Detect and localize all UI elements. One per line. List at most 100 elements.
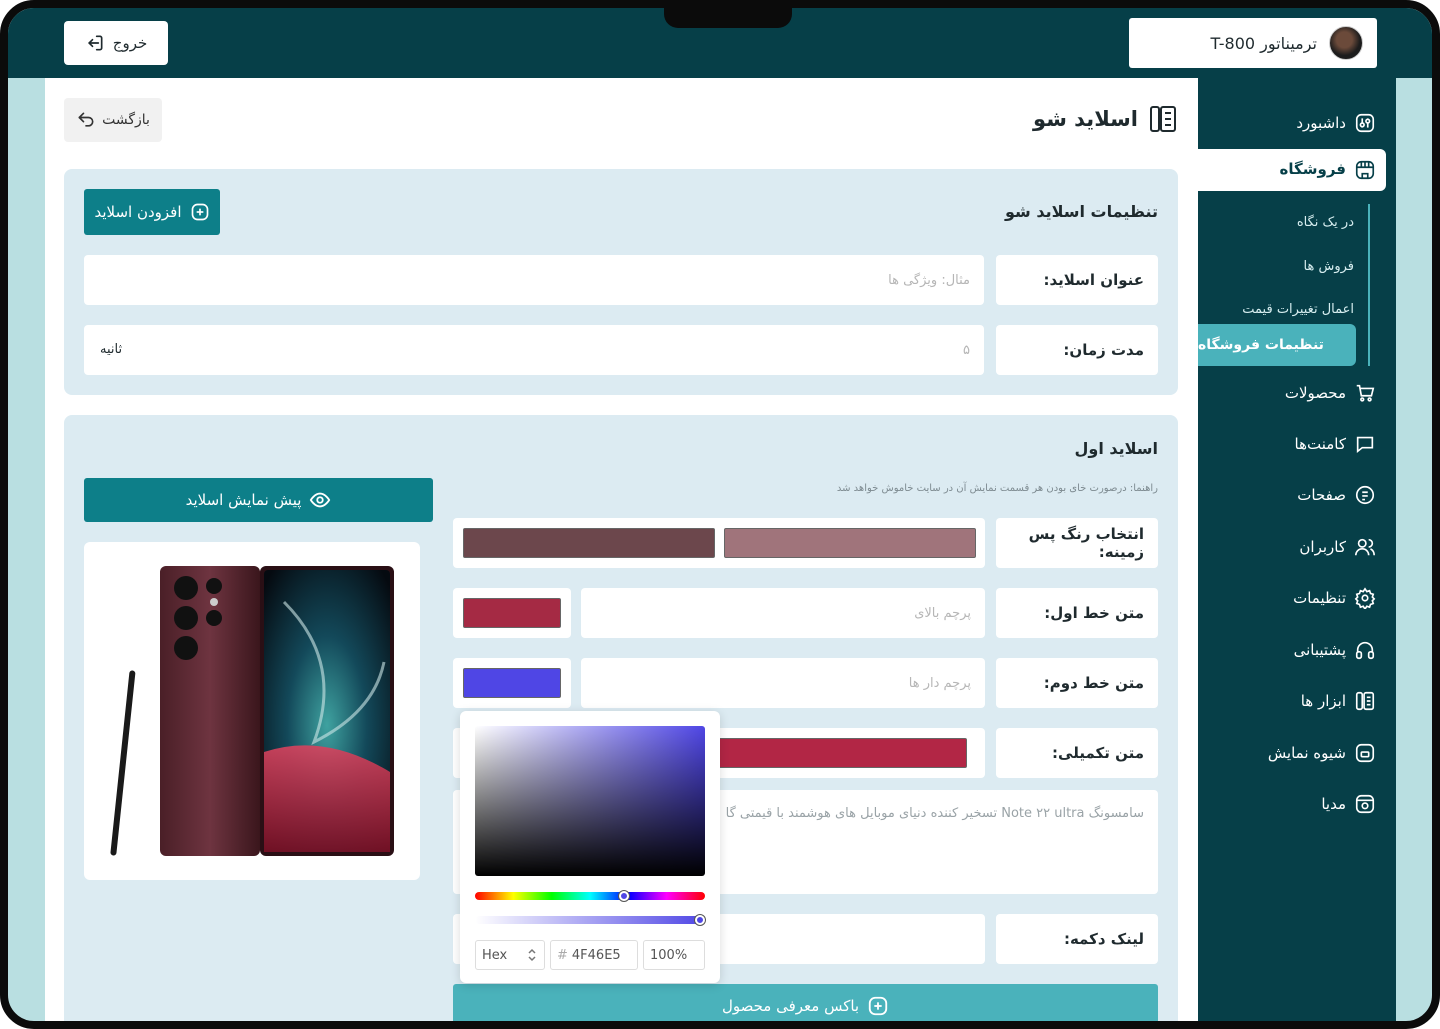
sidebar-item-products[interactable]: محصولات xyxy=(1285,382,1376,404)
submenu-line xyxy=(1368,204,1370,366)
sidebar-item-label: تنظیمات xyxy=(1293,589,1346,607)
sidebar: داشبورد فروشگاه در یک نگاه فروش ها اعمال… xyxy=(1198,78,1396,1021)
sidebar-item-settings[interactable]: تنظیمات xyxy=(1293,587,1376,609)
sidebar-item-dashboard[interactable]: داشبورد xyxy=(1296,112,1376,134)
color-mode-select[interactable]: Hex xyxy=(475,940,545,970)
sidebar-item-pages[interactable]: صفحات xyxy=(1297,484,1376,506)
sidebar-item-label: کامنت‌ها xyxy=(1294,435,1346,453)
add-slide-button[interactable]: افزودن اسلاید xyxy=(84,189,220,235)
page-title: اسلاید شو xyxy=(1033,104,1178,134)
bg-color-field xyxy=(453,518,985,568)
sidebar-item-store[interactable]: فروشگاه xyxy=(1198,149,1386,191)
media-icon xyxy=(1355,794,1375,814)
sidebar-item-display[interactable]: شیوه نمایش xyxy=(1268,742,1376,764)
display-icon xyxy=(1355,743,1375,763)
slide-title-label: عنوان اسلاید: xyxy=(996,255,1158,305)
sidebar-item-media[interactable]: مدیا xyxy=(1321,793,1376,815)
gear-icon xyxy=(1354,587,1376,609)
back-button[interactable]: بازگشت xyxy=(64,98,162,142)
back-label: بازگشت xyxy=(102,112,150,128)
user-name: ترميناتور T-800 xyxy=(1210,33,1317,53)
sidebar-item-support[interactable]: پشتیبانی xyxy=(1294,639,1376,661)
alpha-slider[interactable] xyxy=(475,916,705,924)
slideshow-settings-panel: تنظیمات اسلاید شو افزودن اسلاید عنوان اس… xyxy=(64,169,1178,395)
duration-input[interactable]: ۵ ثانیه xyxy=(84,325,984,375)
camera-notch xyxy=(664,8,792,28)
tools-icon xyxy=(1355,691,1375,711)
color-picker-popover: Hex # 4F46E5 100% xyxy=(460,711,720,983)
preview-slide-label: پیش نمایش اسلاید xyxy=(185,491,302,509)
hint-text: راهنما: درصورت خای بودن هر قسمت نمایش آن… xyxy=(836,483,1158,494)
submenu-item-sales[interactable]: فروش ها xyxy=(1304,259,1354,274)
sidebar-item-tools[interactable]: ابزار ها xyxy=(1301,690,1376,712)
duration-label: مدت زمان: xyxy=(996,325,1158,375)
avatar xyxy=(1329,26,1363,60)
sidebar-item-label: داشبورد xyxy=(1296,114,1346,132)
alpha-value: 100% xyxy=(650,947,688,963)
sidebar-item-users[interactable]: کاربران xyxy=(1299,536,1376,558)
sidebar-item-label: مدیا xyxy=(1321,795,1346,813)
saturation-area[interactable] xyxy=(475,726,705,876)
tools-icon xyxy=(1150,106,1176,132)
plus-circle-icon xyxy=(868,996,888,1016)
hex-value: 4F46E5 xyxy=(571,947,621,963)
alpha-input[interactable]: 100% xyxy=(643,940,705,970)
sidebar-item-label: صفحات xyxy=(1297,486,1346,504)
device-frame: خروج ترميناتور T-800 بازگشت اسلاید شو تن… xyxy=(0,0,1440,1029)
line1-label: متن خط اول: xyxy=(996,588,1158,638)
bg-color-swatch-left[interactable] xyxy=(463,528,715,558)
slide-title-input[interactable]: مثال: ویژگی ها xyxy=(84,255,984,305)
duration-value: ۵ xyxy=(963,342,970,358)
pages-icon xyxy=(1355,485,1375,505)
phone-image xyxy=(110,566,394,856)
submenu-item-store-settings[interactable]: تنظیمات فروشگاه xyxy=(1198,324,1356,366)
link-label: لینک دکمه: xyxy=(996,914,1158,964)
product-box-label: باکس معرفی محصول xyxy=(721,997,860,1015)
sidebar-item-label: کاربران xyxy=(1299,538,1346,556)
exit-button[interactable]: خروج xyxy=(64,21,168,65)
extra-text-label: متن تکمیلی: xyxy=(996,728,1158,778)
plus-circle-icon xyxy=(191,203,208,221)
headset-icon xyxy=(1355,641,1375,660)
line1-color-field xyxy=(453,588,571,638)
line2-input[interactable]: پرچم دار ها xyxy=(581,658,985,708)
alpha-handle[interactable] xyxy=(695,915,705,925)
preview-slide-button[interactable]: پیش نمایش اسلاید xyxy=(84,478,433,522)
store-icon xyxy=(1355,160,1375,180)
sidebar-item-label: فروشگاه xyxy=(1279,160,1346,178)
comment-icon xyxy=(1356,436,1374,454)
eye-icon xyxy=(310,492,331,508)
product-box-button[interactable]: باکس معرفی محصول xyxy=(453,984,1158,1021)
hash-icon: # xyxy=(557,947,568,963)
dashboard-icon xyxy=(1355,113,1375,133)
logout-icon xyxy=(88,35,103,51)
sidebar-item-label: شیوه نمایش xyxy=(1267,744,1346,762)
main-content: بازگشت اسلاید شو تنظیمات اسلاید شو افزود… xyxy=(45,78,1198,1021)
bg-color-swatch-right[interactable] xyxy=(724,528,976,558)
line1-color-swatch[interactable] xyxy=(463,598,561,628)
line2-label: متن خط دوم: xyxy=(996,658,1158,708)
duration-unit: ثانیه xyxy=(100,342,123,357)
add-slide-label: افزودن اسلاید xyxy=(94,203,182,221)
settings-title: تنظیمات اسلاید شو xyxy=(1005,202,1158,221)
line1-input[interactable]: پرچم بالای xyxy=(581,588,985,638)
sidebar-item-label: پشتیبانی xyxy=(1293,641,1346,659)
hue-handle[interactable] xyxy=(619,891,629,901)
sidebar-item-comments[interactable]: کامنت‌ها xyxy=(1295,433,1376,455)
users-icon xyxy=(1355,538,1375,556)
sidebar-item-label: محصولات xyxy=(1284,384,1346,402)
page-title-text: اسلاید شو xyxy=(1033,107,1138,131)
exit-label: خروج xyxy=(112,34,148,52)
submenu-item-overview[interactable]: در یک نگاه xyxy=(1297,215,1354,230)
cart-icon xyxy=(1356,384,1375,402)
bg-color-label: انتخاب رنگ پس زمینه: xyxy=(996,518,1158,568)
hue-slider[interactable] xyxy=(475,892,705,900)
submenu-item-price-changes[interactable]: اعمال تغییرات قیمت xyxy=(1242,302,1354,317)
chevron-updown-icon xyxy=(528,948,536,962)
line2-color-field xyxy=(453,658,571,708)
extra-color-swatch[interactable] xyxy=(711,738,967,768)
line2-color-swatch[interactable] xyxy=(463,668,561,698)
hex-input[interactable]: # 4F46E5 xyxy=(550,940,638,970)
slide-preview-image xyxy=(84,542,420,880)
user-profile[interactable]: ترميناتور T-800 xyxy=(1129,18,1377,68)
